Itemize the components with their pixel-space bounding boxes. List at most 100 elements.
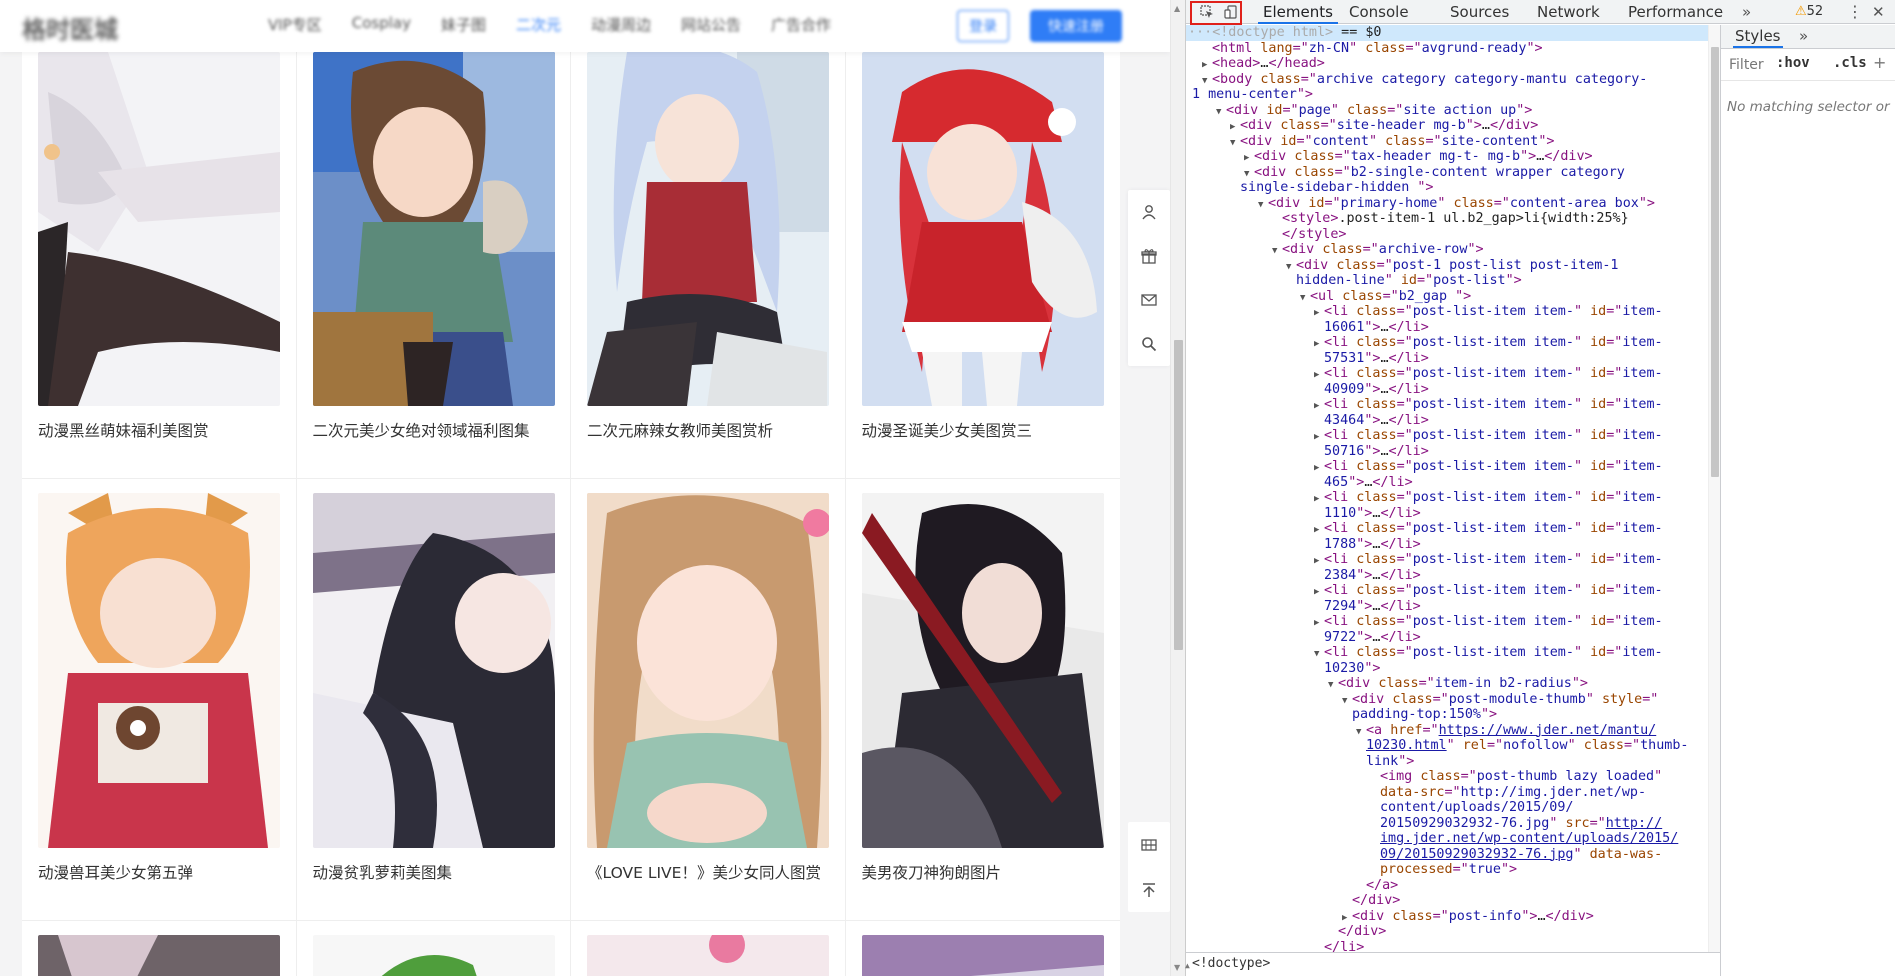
dom-node-line[interactable]: ▶ <li class="post-list-item item-" id="it…	[1186, 428, 1716, 444]
dom-node-line[interactable]: ▶ <li class="post-list-item item-" id="it…	[1186, 490, 1716, 506]
post-title[interactable]: 动漫圣诞美少女美图赏三	[862, 406, 1105, 478]
dom-node-line[interactable]: <style>.post-item-1 ul.b2_gap>li{width:2…	[1186, 211, 1716, 227]
qrcode-icon[interactable]	[1139, 835, 1159, 855]
dom-node-line[interactable]: single-sidebar-hidden ">	[1186, 180, 1716, 196]
nav-item[interactable]: VIP专区	[268, 14, 322, 35]
post-thumbnail[interactable]	[861, 52, 1104, 406]
dom-node-line[interactable]: 43464">…</li>	[1186, 413, 1716, 429]
tab-styles[interactable]: Styles	[1733, 27, 1783, 48]
post-thumbnail[interactable]	[861, 935, 1104, 976]
dom-node-line[interactable]: </li>	[1186, 940, 1716, 954]
post-card[interactable]: 《LOVE LIVE！》美少女同人图赏	[571, 479, 846, 920]
device-toolbar-icon[interactable]	[1217, 0, 1245, 24]
post-card[interactable]: 二次元美少女绝对领域福利图集	[297, 52, 571, 478]
post-title[interactable]: 二次元美少女绝对领域福利图集	[313, 406, 555, 478]
post-title[interactable]: 动漫贫乳萝莉美图集	[313, 848, 555, 920]
dom-node-line[interactable]: ▼ <a href="https://www.jder.net/mantu/	[1186, 723, 1716, 739]
mail-icon[interactable]	[1139, 290, 1159, 310]
dom-node-line[interactable]: 10230">	[1186, 661, 1716, 677]
post-title[interactable]: 美男夜刀神狗朗图片	[862, 848, 1105, 920]
post-thumbnail[interactable]	[861, 493, 1104, 848]
site-logo[interactable]: 格时医城	[22, 10, 118, 45]
search-icon[interactable]	[1139, 334, 1159, 354]
post-card[interactable]	[571, 921, 846, 976]
nav-item-active[interactable]: 二次元	[516, 14, 561, 35]
elements-tree[interactable]: ···<!doctype html> == $0 <html lang="zh-C…	[1186, 25, 1716, 953]
dom-node-line[interactable]: ▶ <li class="post-list-item item-" id="it…	[1186, 397, 1716, 413]
styles-filter-input[interactable]: Filter	[1729, 57, 1764, 73]
dom-node-line[interactable]: ▶ <li class="post-list-item item-" id="it…	[1186, 552, 1716, 568]
user-icon[interactable]	[1139, 202, 1159, 222]
styles-more-tabs-button[interactable]: »	[1799, 27, 1808, 45]
dom-node-line[interactable]: </a>	[1186, 878, 1716, 894]
nav-item[interactable]: 动漫周边	[591, 14, 651, 35]
dom-node-line[interactable]: 57531">…</li>	[1186, 351, 1716, 367]
dom-node-line[interactable]: ▼ <div class="post-1 post-list post-item-…	[1186, 258, 1716, 274]
scroll-up-arrow-icon[interactable]: ▲	[1174, 4, 1180, 13]
dom-node-line[interactable]: ···<!doctype html> == $0	[1186, 25, 1716, 41]
dom-node-line[interactable]: content/uploads/2015/09/	[1186, 800, 1716, 816]
dom-node-line[interactable]: </div>	[1186, 924, 1716, 940]
dom-node-line[interactable]: <img class="post-thumb lazy loaded"	[1186, 769, 1716, 785]
dom-node-line[interactable]: 7294">…</li>	[1186, 599, 1716, 615]
dom-node-line[interactable]: 10230.html" rel="nofollow" class="thumb-	[1186, 738, 1716, 754]
post-thumbnail[interactable]	[38, 493, 280, 848]
gift-icon[interactable]	[1139, 246, 1159, 266]
nav-item[interactable]: 广告合作	[771, 14, 831, 35]
dom-node-line[interactable]: 1110">…</li>	[1186, 506, 1716, 522]
dom-node-line[interactable]: ▼ <div class="post-module-thumb" style="	[1186, 692, 1716, 708]
cls-toggle[interactable]: .cls	[1833, 55, 1867, 71]
dom-node-line[interactable]: 1788">…</li>	[1186, 537, 1716, 553]
post-card[interactable]: 二次元麻辣女教师美图赏析	[571, 52, 846, 478]
kebab-menu-icon[interactable]: ⋮	[1847, 0, 1863, 24]
warnings-badge[interactable]: ⚠52	[1795, 0, 1823, 24]
tab-sources[interactable]: Sources	[1450, 0, 1509, 24]
tab-network[interactable]: Network	[1537, 0, 1600, 24]
register-button[interactable]: 快速注册	[1030, 10, 1122, 42]
dom-node-line[interactable]: ▶ <li class="post-list-item item-" id="it…	[1186, 521, 1716, 537]
post-card[interactable]: 动漫贫乳萝莉美图集	[297, 479, 571, 920]
post-card[interactable]: 美男夜刀神狗朗图片	[846, 479, 1121, 920]
dom-node-line[interactable]: 20150929032932-76.jpg" src="http://	[1186, 816, 1716, 832]
dom-node-line[interactable]: ▼ <body class="archive category category-…	[1186, 72, 1716, 88]
dom-node-line[interactable]: link">	[1186, 754, 1716, 770]
post-card[interactable]: 动漫兽耳美少女第五弹	[22, 479, 297, 920]
post-thumbnail[interactable]	[38, 935, 280, 976]
dom-node-line[interactable]: padding-top:150%">	[1186, 707, 1716, 723]
new-rule-icon[interactable]: +	[1873, 53, 1886, 72]
hov-toggle[interactable]: :hov	[1776, 55, 1810, 71]
nav-item[interactable]: Cosplay	[352, 14, 411, 35]
tab-performance[interactable]: Performance	[1628, 0, 1723, 24]
post-thumbnail[interactable]	[587, 935, 829, 976]
post-card[interactable]	[297, 921, 571, 976]
dom-node-line[interactable]: ▼ <div id="primary-home" class="content-a…	[1186, 196, 1716, 212]
post-thumbnail[interactable]	[587, 52, 829, 406]
dom-node-line[interactable]: 16061">…</li>	[1186, 320, 1716, 336]
dom-node-line[interactable]: ▼ <div id="content" class="site-content">	[1186, 134, 1716, 150]
dom-node-line[interactable]: </style>	[1186, 227, 1716, 243]
elements-scrollbar-thumb[interactable]	[1711, 47, 1719, 477]
dom-node-line[interactable]: data-src="http://img.jder.net/wp-	[1186, 785, 1716, 801]
dom-node-line[interactable]: ▶ <li class="post-list-item item-" id="it…	[1186, 335, 1716, 351]
breadcrumb-scroll-icon[interactable]: ▲	[1185, 955, 1190, 976]
dom-node-line[interactable]: hidden-line" id="post-list">	[1186, 273, 1716, 289]
dom-node-line[interactable]: ▶ <div class="tax-header mg-t- mg-b">…</d…	[1186, 149, 1716, 165]
dom-node-line[interactable]: 1 menu-center">	[1186, 87, 1716, 103]
login-button[interactable]: 登录	[957, 10, 1009, 42]
nav-item[interactable]: 妹子图	[441, 14, 486, 35]
dom-node-line[interactable]: ▼ <div id="page" class="site action up">	[1186, 103, 1716, 119]
tab-elements[interactable]: Elements	[1258, 0, 1338, 24]
post-card[interactable]: 动漫黑丝萌妹福利美图赏	[22, 52, 297, 478]
post-title[interactable]: 动漫兽耳美少女第五弹	[38, 848, 280, 920]
scroll-down-arrow-icon[interactable]: ▼	[1174, 963, 1180, 972]
dom-node-line[interactable]: ▼ <div class="b2-single-content wrapper c…	[1186, 165, 1716, 181]
dom-node-line[interactable]: ▶ <head>…</head>	[1186, 56, 1716, 72]
elements-scrollbar[interactable]	[1708, 25, 1720, 953]
post-thumbnail[interactable]	[312, 52, 555, 406]
dom-node-line[interactable]: ▶ <li class="post-list-item item-" id="it…	[1186, 459, 1716, 475]
close-devtools-icon[interactable]: ✕	[1872, 0, 1885, 24]
dom-node-line[interactable]: 09/20150929032932-76.jpg" data-was-	[1186, 847, 1716, 863]
post-title[interactable]: 动漫黑丝萌妹福利美图赏	[38, 406, 280, 478]
dom-node-line[interactable]: 50716">…</li>	[1186, 444, 1716, 460]
dom-node-line[interactable]: ▼ <li class="post-list-item item-" id="it…	[1186, 645, 1716, 661]
